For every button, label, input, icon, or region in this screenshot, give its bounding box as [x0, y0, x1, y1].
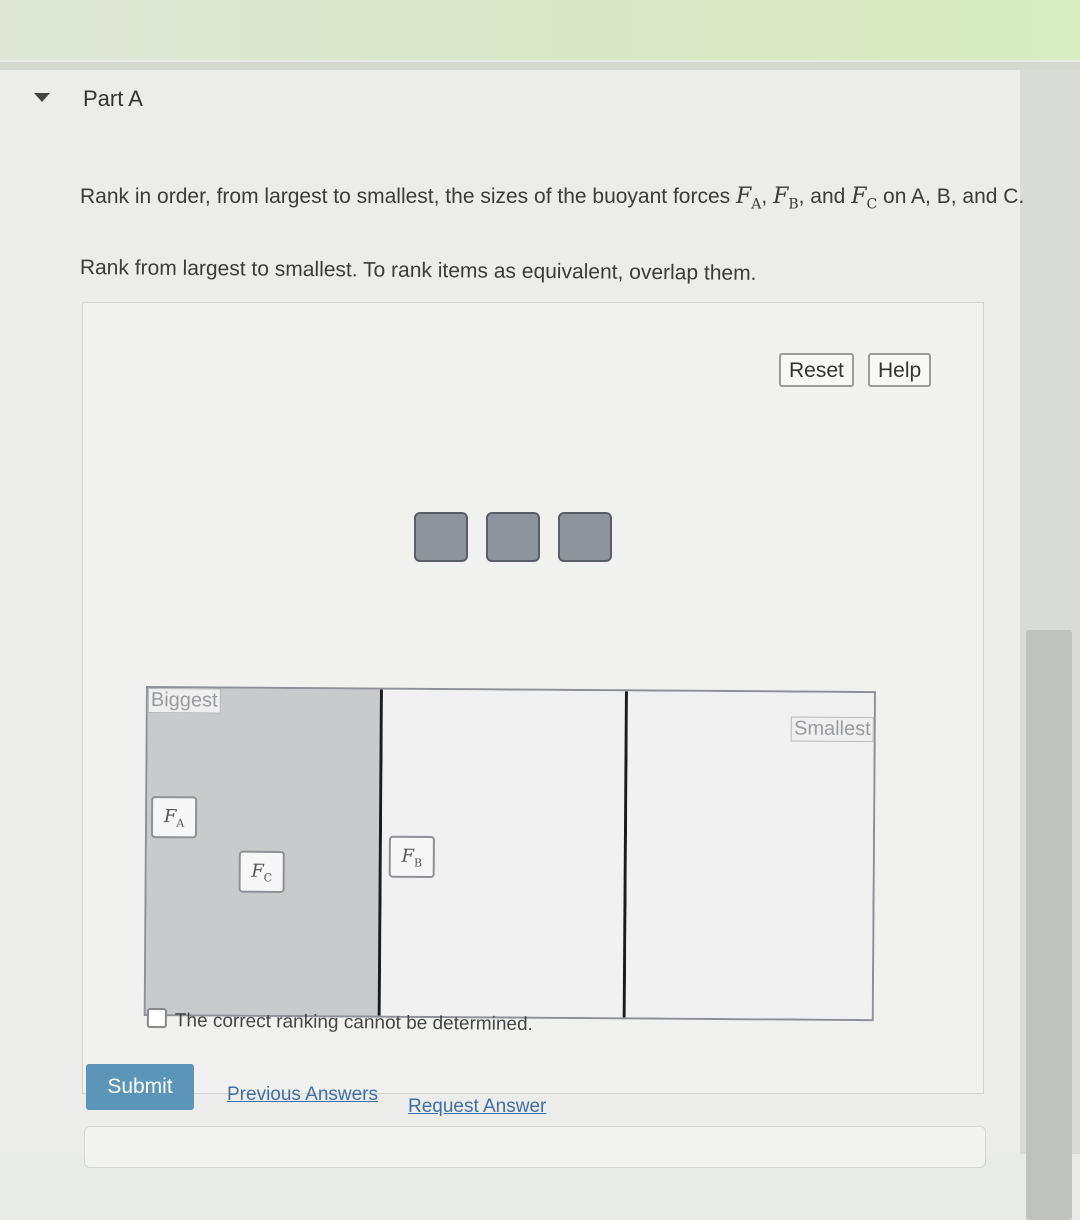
scrollbar-track[interactable]: [1020, 70, 1080, 1220]
separator: , and: [798, 185, 846, 208]
empty-item-slot[interactable]: [486, 512, 540, 562]
submit-button[interactable]: Submit: [86, 1064, 194, 1110]
cannot-determine-checkbox[interactable]: [146, 1008, 167, 1029]
draggable-force-b[interactable]: FB: [388, 835, 435, 879]
reset-button[interactable]: Reset: [779, 353, 854, 387]
header-divider: [0, 62, 1080, 70]
force-a-symbol: FA: [735, 184, 762, 213]
force-b-symbol: FB: [773, 184, 799, 213]
collapse-caret-icon[interactable]: [34, 93, 50, 102]
ranking-drop-area[interactable]: Biggest Smallest FA FC FB: [143, 686, 876, 1022]
header-band: [0, 0, 1080, 60]
force-c-symbol: FC: [851, 184, 878, 213]
part-title: Part A: [83, 86, 143, 111]
request-answer-link[interactable]: Request Answer: [408, 1096, 546, 1118]
question-text: Rank in order, from largest to smallest,…: [80, 184, 1070, 217]
scrollbar-thumb[interactable]: [1026, 630, 1072, 1220]
help-button[interactable]: Help: [868, 353, 932, 387]
cannot-determine-option[interactable]: The correct ranking cannot be determined…: [146, 1008, 533, 1036]
biggest-label: Biggest: [147, 688, 221, 714]
question-text-before: Rank in order, from largest to smallest,…: [80, 185, 731, 208]
separator: ,: [761, 185, 768, 208]
draggable-force-c[interactable]: FC: [238, 850, 285, 893]
cannot-determine-label: The correct ranking cannot be determined…: [174, 1010, 533, 1036]
smallest-label: Smallest: [790, 716, 874, 743]
question-text-after: on A, B, and C.: [883, 185, 1025, 208]
draggable-force-a[interactable]: FA: [150, 796, 198, 839]
previous-answers-link[interactable]: Previous Answers: [227, 1084, 378, 1106]
next-section-box: [84, 1126, 986, 1168]
empty-item-slot[interactable]: [414, 512, 468, 562]
empty-item-slot[interactable]: [558, 512, 612, 562]
